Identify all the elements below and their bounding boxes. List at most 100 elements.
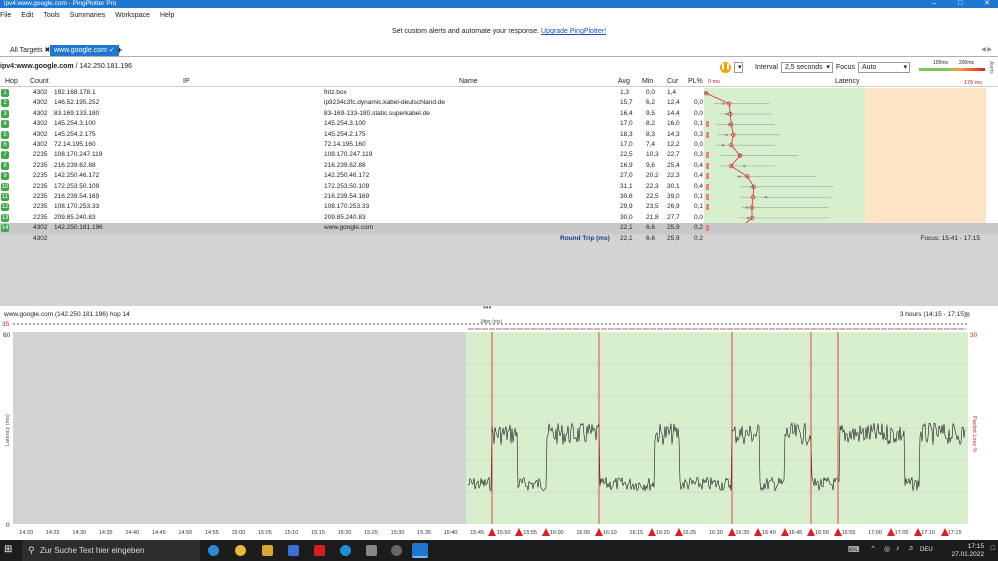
minimize-icon[interactable]: – — [932, 0, 936, 8]
volume-icon[interactable]: ♪ — [896, 545, 900, 552]
speaker-icon[interactable]: ♬ — [908, 545, 915, 552]
col-avg[interactable]: Avg — [618, 78, 630, 85]
table-row[interactable]: 9 2235 142.250.46.172 142.250.46.172 27,0 20,… — [0, 171, 998, 181]
table-row[interactable]: 12 2235 108.170.253.33 108.170.253.33 29,9 23… — [0, 202, 998, 212]
menu-help[interactable]: Help — [155, 9, 179, 22]
tray-arrow-icon[interactable]: ⌃ — [870, 545, 876, 553]
table-row[interactable]: 7 2235 108.170.247.119 108.170.247.119 22,5 1… — [0, 150, 998, 160]
time-tick-label: 16:05 — [576, 530, 590, 536]
hop-name: fritz.box — [324, 89, 347, 96]
table-row[interactable]: 1 4302 192.168.178.1 fritz.box 1,3 0,0 1,4 — [0, 88, 998, 98]
menu-edit[interactable]: Edit — [16, 9, 38, 22]
menu-bar: File Edit Tools Summaries Workspace Help — [0, 9, 998, 22]
packet-loss-marker[interactable] — [515, 528, 523, 536]
hop-cur: 27,7 — [667, 213, 680, 221]
hop-count: 2235 — [33, 193, 48, 200]
hop-avg: 22,1 — [620, 224, 633, 232]
time-tick-label: 16:20 — [656, 530, 670, 536]
table-row[interactable]: 4 4302 145.254.3.100 145.254.3.100 17,0 8,2 16… — [0, 119, 998, 129]
packet-loss-marker[interactable] — [754, 528, 762, 536]
hop-avg: 16,9 — [620, 161, 633, 169]
table-row[interactable]: 10 2235 172.253.50.109 172.253.50.109 31,1 22… — [0, 182, 998, 192]
gauge-icon[interactable] — [391, 545, 402, 556]
menu-tools[interactable]: Tools — [38, 9, 64, 22]
hop-pl: 0,0 — [694, 141, 704, 148]
taskbar-search[interactable]: ⚲ Zur Suche Text hier eingeben — [22, 540, 200, 561]
threshold-label: 35 — [2, 321, 10, 328]
timeline-graph[interactable]: 14:20 14:25 14:30 14:35 14:40 14:45 14:50 14:55… — [0, 316, 998, 538]
upgrade-link[interactable]: Upgrade PingPlotter! — [541, 28, 606, 35]
hop-min: 10,3 — [646, 151, 659, 159]
clock[interactable]: 17:15 27.01.2022 — [951, 543, 984, 558]
table-row[interactable]: 14 4302 142.250.181.196 www.google.com 22,1 6… — [0, 223, 998, 234]
table-row[interactable]: 11 2235 216.239.54.169 216.239.54.169 30,6 22… — [0, 192, 998, 202]
table-row[interactable]: 3 4302 83.169.133.180 83-169-133-180.static… — [0, 109, 998, 119]
hop-ip: 83.169.133.180 — [54, 109, 100, 117]
hop-number: 1 — [1, 89, 9, 97]
keyboard-icon[interactable]: ⌨ — [848, 545, 860, 554]
focus-select[interactable]: Auto ▾ — [858, 61, 910, 73]
time-tick-label: 16:50 — [815, 530, 829, 536]
breadcrumb-target: ipv4:www.google.com — [0, 63, 74, 70]
col-ip[interactable]: IP — [183, 78, 190, 85]
edge-icon[interactable] — [208, 545, 219, 556]
hop-name: 145.254.3.100 — [324, 120, 366, 128]
maximize-icon[interactable]: □ — [958, 0, 962, 8]
app-icon[interactable] — [366, 545, 377, 556]
menu-workspace[interactable]: Workspace — [110, 9, 155, 22]
hop-cur: 1,4 — [667, 89, 677, 96]
hop-cur: 16,0 — [667, 120, 680, 128]
camera-icon[interactable] — [288, 545, 299, 556]
packet-loss-marker[interactable] — [488, 528, 496, 536]
packet-loss-marker[interactable] — [648, 528, 656, 536]
summary-min: 6,6 — [646, 235, 656, 242]
youtube-icon[interactable] — [314, 545, 325, 556]
pause-icon[interactable]: ❚❚ — [719, 61, 731, 73]
alerts-side-tab[interactable]: Alerts — [988, 61, 994, 74]
loss-axis-label: Packet Loss % — [971, 416, 977, 452]
pause-dropdown[interactable]: ▾ — [733, 61, 743, 73]
packet-loss-marker[interactable] — [807, 528, 815, 536]
col-cur[interactable]: Cur — [667, 78, 678, 85]
interval-select[interactable]: 2,5 seconds ▾ — [780, 61, 833, 73]
col-min[interactable]: Min — [642, 78, 653, 85]
menu-file[interactable]: File — [0, 9, 16, 22]
hop-count: 2235 — [33, 213, 48, 221]
time-tick-label: 16:30 — [709, 530, 723, 536]
graph-max-label: 176 ms — [964, 80, 983, 86]
tab-target[interactable]: www.google.com ✓ — [50, 45, 119, 56]
windows-start-icon[interactable]: ⊞ — [4, 544, 12, 555]
table-row[interactable]: 5 4302 145.254.2.175 145.254.2.175 18,3 8,3 14… — [0, 130, 998, 140]
hop-pl: 0,0 — [694, 109, 704, 117]
chrome-icon[interactable] — [235, 545, 246, 556]
notification-icon[interactable]: □ — [991, 545, 995, 552]
table-row[interactable]: 8 2235 216.239.62.88 216.239.62.88 16,9 9,6 25… — [0, 161, 998, 171]
language-indicator[interactable]: DEU — [920, 547, 933, 553]
col-latency[interactable]: Latency — [835, 78, 860, 85]
menu-summaries[interactable]: Summaries — [65, 9, 110, 22]
col-hop[interactable]: Hop — [5, 78, 18, 85]
table-row[interactable]: 6 4302 72.14.195.160 72.14.195.160 17,0 7,4 12… — [0, 140, 998, 150]
folder-icon[interactable] — [262, 545, 273, 556]
add-tab-button[interactable]: + — [113, 45, 126, 56]
col-pl[interactable]: PL% — [688, 78, 703, 85]
network-icon[interactable]: ◎ — [884, 545, 890, 553]
packet-loss-marker[interactable] — [542, 528, 550, 536]
table-row[interactable]: 13 2235 209.85.240.83 209.85.240.83 30,0 21,8… — [0, 213, 998, 223]
time-tick-label: 14:25 — [46, 530, 60, 536]
target-tabs: All Targets ✖ www.google.com ✓ + ◀ ▶ — [0, 44, 998, 57]
hop-count: 2235 — [33, 161, 48, 169]
time-tick-label: 16:45 — [789, 530, 803, 536]
tab-scroll-arrows-icon[interactable]: ◀ ▶ — [981, 46, 992, 53]
splitter-handle-icon[interactable]: ••• — [483, 303, 491, 312]
hop-ip: 146.52.195.252 — [54, 99, 100, 107]
time-tick-label: 15:55 — [523, 530, 537, 536]
col-name[interactable]: Name — [459, 78, 478, 85]
pingplotter-taskbar-icon[interactable] — [412, 543, 428, 558]
close-icon[interactable]: ✕ — [984, 0, 990, 8]
tab-all-targets[interactable]: All Targets ✖ — [6, 45, 54, 56]
col-count[interactable]: Count — [30, 78, 49, 85]
packet-loss-marker[interactable] — [595, 528, 603, 536]
skype-icon[interactable] — [340, 545, 351, 556]
table-row[interactable]: 2 4302 146.52.195.252 ip9234c3fc.dynamic.ka… — [0, 98, 998, 108]
